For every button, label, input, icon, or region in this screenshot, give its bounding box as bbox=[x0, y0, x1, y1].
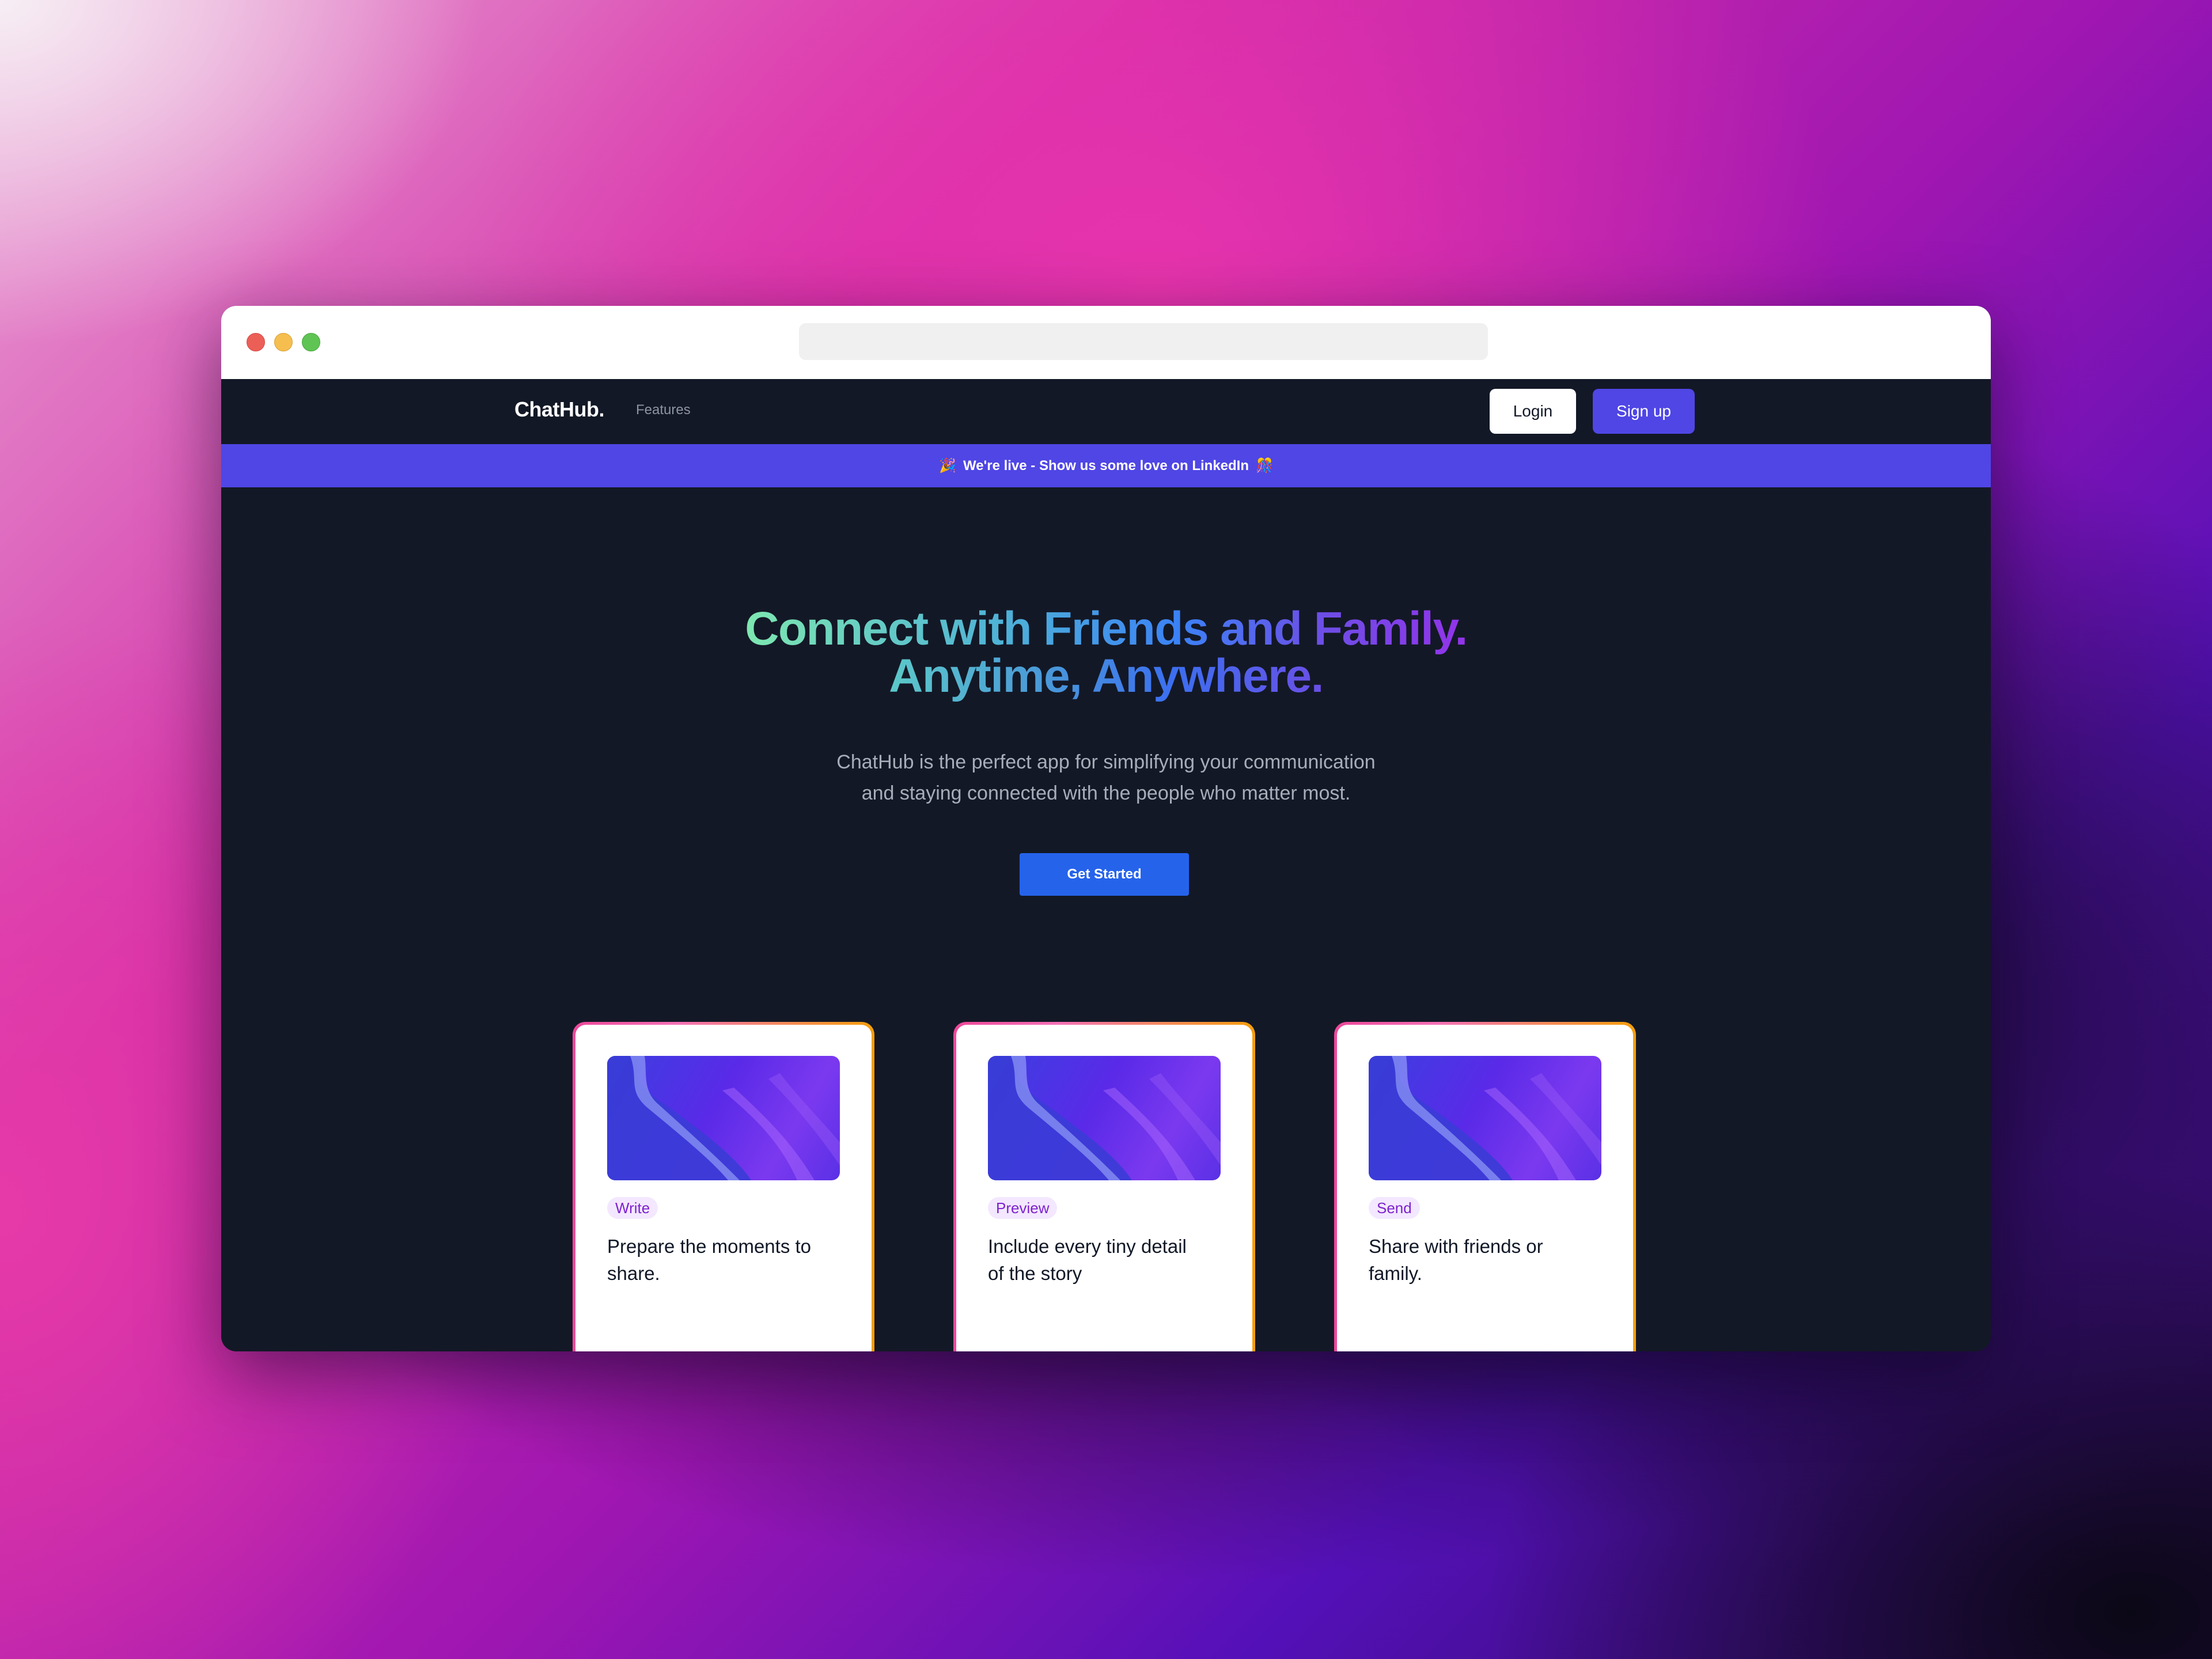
signup-button[interactable]: Sign up bbox=[1593, 389, 1695, 434]
close-window-button[interactable] bbox=[247, 333, 265, 351]
feature-card-body: Send Share with friends or family. bbox=[1337, 1025, 1633, 1351]
abstract-wave-image bbox=[988, 1056, 1221, 1180]
browser-window: ChatHub. Features Login Sign up 🎉 We're … bbox=[221, 306, 1991, 1351]
card-tag: Preview bbox=[988, 1197, 1058, 1219]
hero-subtitle-line-1: ChatHub is the perfect app for simplifyi… bbox=[836, 751, 1376, 773]
address-bar[interactable] bbox=[799, 323, 1488, 360]
card-description: Share with friends or family. bbox=[1369, 1236, 1543, 1284]
site-logo[interactable]: ChatHub. bbox=[514, 397, 604, 422]
abstract-wave-image bbox=[1369, 1056, 1601, 1180]
nav-link-features[interactable]: Features bbox=[636, 402, 691, 418]
hero-title-line-2: Anytime, Anywhere. bbox=[889, 650, 1324, 702]
abstract-wave-image bbox=[607, 1056, 840, 1180]
hero-title: Connect with Friends and Family. Anytime… bbox=[221, 605, 1991, 700]
feature-card-send: Send Share with friends or family. bbox=[1334, 1022, 1636, 1351]
browser-titlebar bbox=[221, 306, 1991, 379]
announcement-banner[interactable]: 🎉 We're live - Show us some love on Link… bbox=[221, 444, 1991, 487]
hero-subtitle: ChatHub is the perfect app for simplifyi… bbox=[221, 747, 1991, 809]
feature-card-preview: Preview Include every tiny detail of the… bbox=[953, 1022, 1255, 1351]
login-button[interactable]: Login bbox=[1490, 389, 1576, 434]
card-description: Prepare the moments to share. bbox=[607, 1236, 812, 1284]
card-tag: Write bbox=[607, 1197, 658, 1219]
confetti-ball-icon: 🎊 bbox=[1256, 458, 1273, 474]
minimize-window-button[interactable] bbox=[274, 333, 293, 351]
hero-subtitle-line-2: and staying connected with the people wh… bbox=[861, 782, 1351, 804]
feature-card-body: Write Prepare the moments to share. bbox=[575, 1025, 872, 1351]
site-navbar: ChatHub. Features Login Sign up bbox=[221, 379, 1991, 444]
feature-card-write: Write Prepare the moments to share. bbox=[573, 1022, 874, 1351]
party-popper-icon: 🎉 bbox=[939, 458, 956, 474]
card-tag: Send bbox=[1369, 1197, 1420, 1219]
maximize-window-button[interactable] bbox=[302, 333, 320, 351]
hero-title-line-1: Connect with Friends and Family. bbox=[745, 603, 1468, 655]
get-started-button[interactable]: Get Started bbox=[1020, 853, 1189, 896]
banner-text: We're live - Show us some love on Linked… bbox=[963, 457, 1249, 474]
card-description: Include every tiny detail of the story bbox=[988, 1236, 1187, 1284]
feature-card-body: Preview Include every tiny detail of the… bbox=[956, 1025, 1252, 1351]
